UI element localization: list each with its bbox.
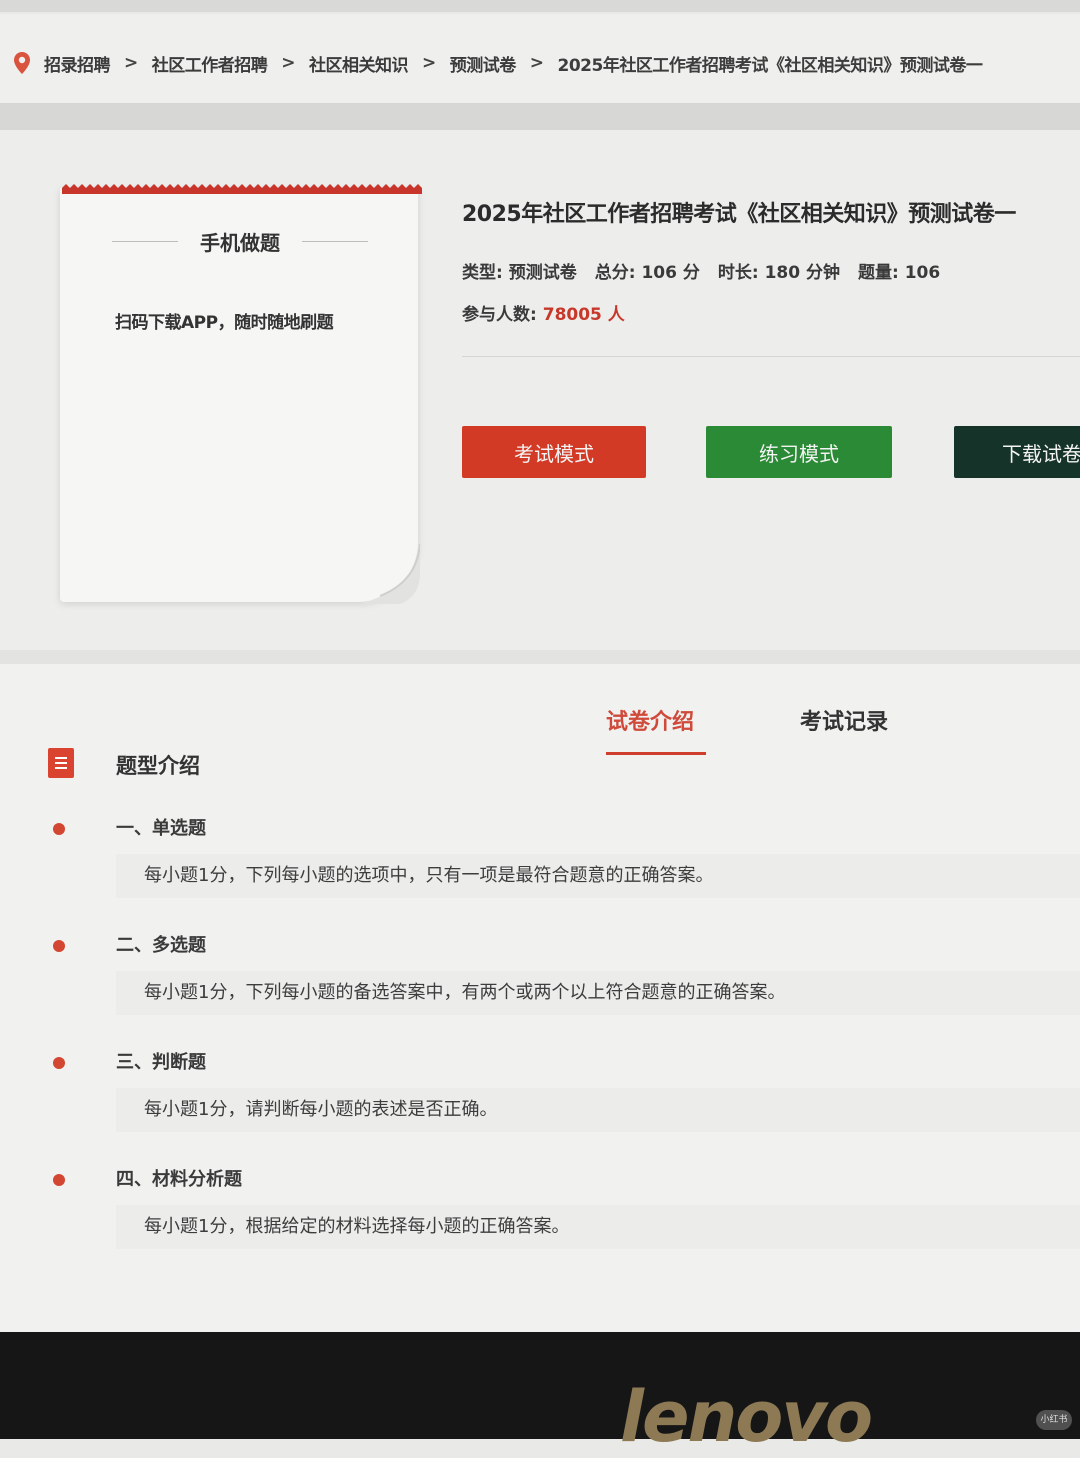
exam-mode-button[interactable]: 考试模式 <box>462 426 646 478</box>
tab-paper-intro[interactable]: 试卷介绍 <box>606 704 694 736</box>
bullet-dot <box>53 1057 65 1069</box>
exam-meta: 类型: 预测试卷 总分: 106 分 时长: 180 分钟 题量: 106 <box>462 258 958 283</box>
breadcrumb: 招录招聘 > 社区工作者招聘 > 社区相关知识 > 预测试卷 > 2025年社区… <box>12 48 1080 78</box>
paper-detail-section: 试卷介绍 考试记录 题型介绍 一、单选题 每小题1分，下列每小题的选项中，只有一… <box>0 650 1080 1332</box>
practice-mode-button[interactable]: 练习模式 <box>706 426 892 478</box>
lenovo-logo: lenovo <box>620 1376 873 1458</box>
question-type-name: 二、多选题 <box>116 935 206 956</box>
bullet-dot <box>53 823 65 835</box>
top-strip <box>0 0 1080 12</box>
meta-score-value: 106 分 <box>641 263 700 283</box>
bullet-dot <box>53 1174 65 1186</box>
meta-type-label: 类型 <box>462 263 496 283</box>
question-type-name: 一、单选题 <box>116 818 206 839</box>
question-type-name: 三、判断题 <box>116 1052 206 1073</box>
question-type-desc: 每小题1分，下列每小题的选项中，只有一项是最符合题意的正确答案。 <box>116 854 1080 898</box>
title-rule-right <box>302 240 368 242</box>
participants-count: 78005 人 <box>542 305 625 325</box>
exam-info-section: 手机做题 扫码下载APP，随时随地刷题 2025年社区工作者招聘考试《社区相关知… <box>0 130 1080 650</box>
breadcrumb-separator: > <box>422 53 436 73</box>
card-title-row: 手机做题 <box>112 226 368 256</box>
meta-type-value: 预测试卷 <box>508 263 577 283</box>
question-type-desc: 每小题1分，下列每小题的备选答案中，有两个或两个以上符合题意的正确答案。 <box>116 971 1080 1015</box>
question-type-name: 四、材料分析题 <box>116 1169 242 1190</box>
card-title: 手机做题 <box>200 230 280 255</box>
breadcrumb-item-community-worker[interactable]: 社区工作者招聘 <box>152 51 268 76</box>
active-tab-indicator <box>606 752 706 755</box>
breadcrumb-bar: 招录招聘 > 社区工作者招聘 > 社区相关知识 > 预测试卷 > 2025年社区… <box>0 14 1080 104</box>
meta-count-label: 题量 <box>857 263 892 283</box>
breadcrumb-separator: > <box>124 53 138 73</box>
breadcrumb-item-mock-papers[interactable]: 预测试卷 <box>450 51 517 76</box>
breadcrumb-separator: > <box>529 53 544 73</box>
breadcrumb-item-community-knowledge[interactable]: 社区相关知识 <box>309 51 409 76</box>
mobile-app-card: 手机做题 扫码下载APP，随时随地刷题 <box>60 184 422 604</box>
meta-duration-value: 180 分钟 <box>764 263 840 283</box>
meta-duration: 时长: 180 分钟 <box>717 263 840 283</box>
meta-type: 类型: 预测试卷 <box>462 263 577 283</box>
section-title: 题型介绍 <box>116 754 200 778</box>
document-icon <box>48 748 74 778</box>
meta-question-count: 题量: 106 <box>857 263 941 283</box>
monitor-bezel <box>0 1332 1080 1439</box>
breadcrumb-separator: > <box>281 53 295 73</box>
breadcrumb-current: 2025年社区工作者招聘考试《社区相关知识》预测试卷一 <box>557 55 983 76</box>
meta-total-score: 总分: 106 分 <box>594 263 700 283</box>
meta-duration-label: 时长 <box>717 263 752 283</box>
title-rule-left <box>112 240 178 242</box>
question-type-desc: 每小题1分，请判断每小题的表述是否正确。 <box>116 1088 1080 1132</box>
tab-exam-records[interactable]: 考试记录 <box>800 704 888 736</box>
info-divider <box>462 356 1080 357</box>
participants: 参与人数: 78005 人 <box>462 300 625 325</box>
exam-title: 2025年社区工作者招聘考试《社区相关知识》预测试卷一 <box>462 202 1016 227</box>
card-zigzag-edge <box>62 184 422 194</box>
question-type-desc: 每小题1分，根据给定的材料选择每小题的正确答案。 <box>116 1205 1080 1249</box>
meta-count-value: 106 <box>904 263 941 283</box>
breadcrumb-item-recruitment[interactable]: 招录招聘 <box>44 51 111 76</box>
page-curl-icon <box>360 544 420 604</box>
meta-score-label: 总分 <box>594 263 629 283</box>
download-paper-button[interactable]: 下载试卷 <box>954 426 1080 478</box>
card-subtitle: 扫码下载APP，随时随地刷题 <box>115 313 334 333</box>
participants-label: 参与人数: <box>462 305 537 325</box>
bullet-dot <box>53 940 65 952</box>
watermark: 小红书 <box>1036 1410 1072 1430</box>
location-pin-icon <box>14 52 30 74</box>
section-divider <box>0 104 1080 130</box>
